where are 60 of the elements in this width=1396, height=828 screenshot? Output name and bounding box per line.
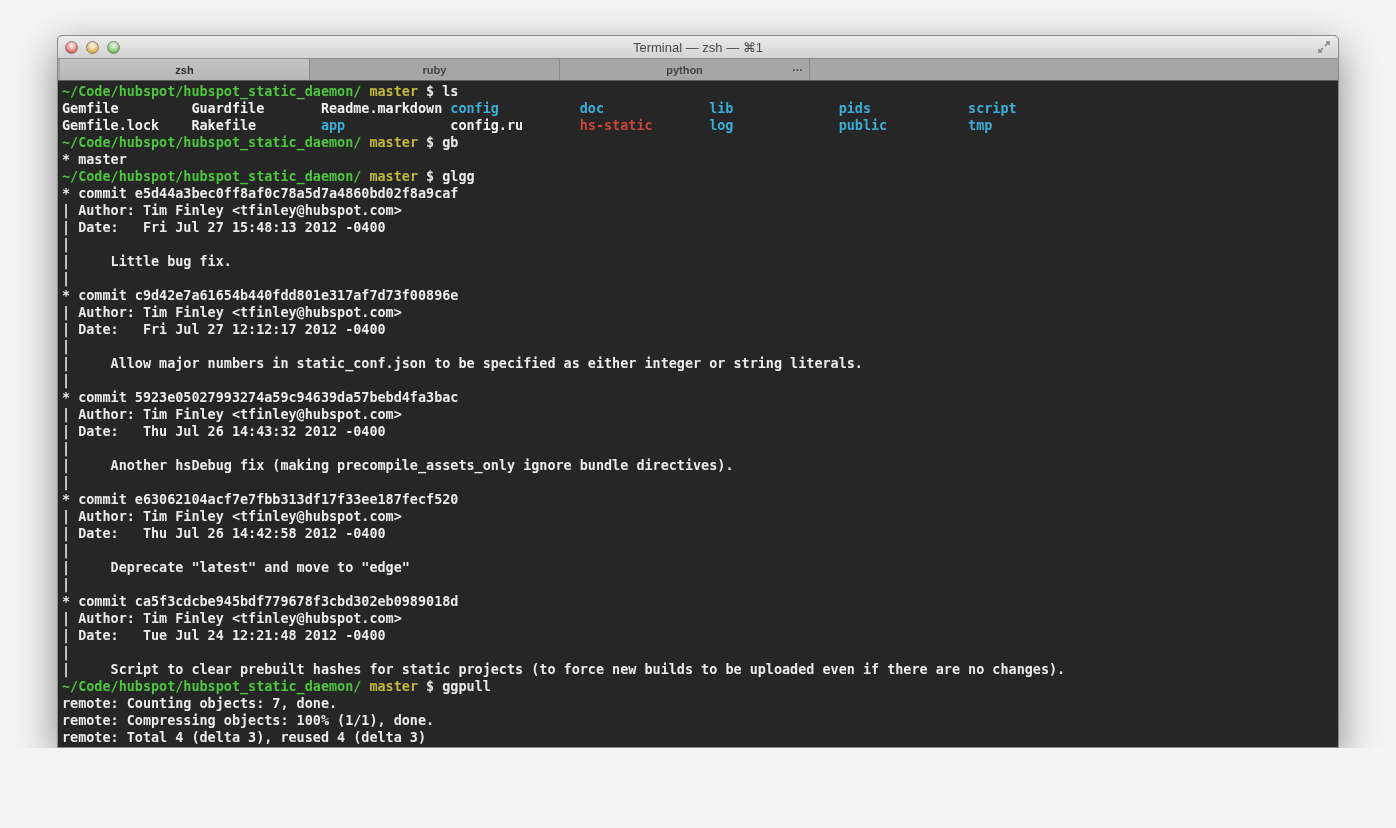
file-entry: tmp [968, 117, 993, 134]
output-line: | Date: Tue Jul 24 12:21:48 2012 -0400 [62, 627, 386, 644]
file-entry: Gemfile [62, 100, 119, 117]
file-entry: doc [579, 100, 605, 117]
file-entry: Gemfile.lock [62, 117, 160, 134]
output-line: | Deprecate "latest" and move to "edge" [62, 559, 410, 576]
output-line: * master [62, 151, 127, 168]
output-line: | Little bug fix. [62, 253, 232, 270]
output-line: | [62, 474, 71, 491]
output-line: | [62, 644, 71, 661]
file-entry: pids [838, 100, 871, 117]
output-line: * commit ca5f3cdcbe945bdf779678f3cbd302eb0989018d [62, 593, 459, 610]
tab-indicator: … [792, 61, 803, 73]
output-line: | [62, 576, 71, 593]
file-entry: config [450, 100, 499, 117]
output-line: | Date: Fri Jul 27 12:12:17 2012 -0400 [62, 321, 386, 338]
output-line: | Author: Tim Finley <tfinley@hubspot.com> [62, 508, 402, 525]
output-line: * commit c9d42e7a61654b440fdd801e317af7d73f00896e [62, 287, 459, 304]
output-line: | Another hsDebug fix (making precompile_assets_only ignore bundle directives). [62, 457, 734, 474]
window-title: Terminal — zsh — ⌘1 [632, 39, 763, 55]
file-entry: script [968, 100, 1017, 117]
output-line: | Author: Tim Finley <tfinley@hubspot.com> [62, 406, 402, 423]
prompt-line: ~/Code/hubspot/hubspot_static_daemon/ master $ gb [62, 134, 459, 151]
minimize-button[interactable] [86, 40, 99, 54]
file-entry: log [709, 117, 734, 134]
output-line: | Script to clear prebuilt hashes for static projects (to force new builds to be uploaded even if there are no changes). [62, 661, 1066, 678]
file-entry: app [320, 117, 346, 134]
output-line: | Allow major numbers in static_conf.json to be specified as either integer or string literals. [62, 355, 863, 372]
output-line: * commit e5d44a3bec0ff8af0c78a5d7a4860bd02f8a9caf [62, 185, 459, 202]
output-line: | [62, 372, 71, 389]
fullscreen-icon[interactable] [1317, 40, 1331, 54]
file-entry: public [838, 117, 888, 134]
output-line: | [62, 338, 71, 355]
zoom-button[interactable] [107, 40, 120, 54]
output-line: | Author: Tim Finley <tfinley@hubspot.com> [62, 610, 402, 627]
output-line: * commit 5923e05027993274a59c94639da57bebd4fa3bac [62, 389, 459, 406]
close-button[interactable] [65, 40, 78, 54]
output-line: | [62, 440, 71, 457]
output-line: | Author: Tim Finley <tfinley@hubspot.com> [62, 202, 402, 219]
output-line: | Date: Thu Jul 26 14:42:58 2012 -0400 [62, 525, 386, 542]
output-line: remote: Compressing objects: 100% (1/1), done. [62, 712, 435, 729]
file-entry: lib [709, 100, 734, 117]
output-line: | Date: Thu Jul 26 14:43:32 2012 -0400 [62, 423, 386, 440]
output-line: remote: Counting objects: 7, done. [62, 695, 338, 712]
file-entry: Guardfile [191, 100, 265, 117]
tab[interactable]: zsh [60, 59, 310, 80]
file-entry: hs-static [579, 117, 653, 134]
prompt-line: ~/Code/hubspot/hubspot_static_daemon/ master $ ls [62, 83, 459, 100]
output-line: | [62, 542, 71, 559]
file-entry: config.ru [450, 117, 524, 134]
output-line: * commit e63062104acf7e7fbb313df17f33ee187fecf520 [62, 491, 459, 508]
output-line: | Date: Fri Jul 27 15:48:13 2012 -0400 [62, 219, 386, 236]
output-line: remote: Total 4 (delta 3), reused 4 (delta 3) [62, 729, 427, 746]
output-line: | [62, 236, 71, 253]
output-line: | [62, 270, 71, 287]
file-entry: Readme.markdown [320, 100, 443, 117]
output-line: | Author: Tim Finley <tfinley@hubspot.com> [62, 304, 402, 321]
prompt-line: ~/Code/hubspot/hubspot_static_daemon/ master $ glgg [62, 168, 475, 185]
prompt-line: ~/Code/hubspot/hubspot_static_daemon/ master $ ggpull [62, 678, 491, 695]
file-entry: Rakefile [191, 117, 257, 134]
